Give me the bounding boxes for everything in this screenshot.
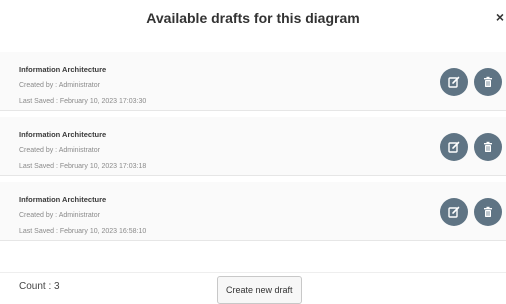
- modal-footer: Count : 3 Create new draft: [0, 272, 506, 304]
- draft-name: Information Architecture: [19, 195, 107, 204]
- delete-draft-button[interactable]: [474, 68, 502, 96]
- draft-name: Information Architecture: [19, 65, 107, 74]
- edit-icon: [448, 206, 460, 218]
- edit-icon: [448, 76, 460, 88]
- draft-created-by: Created by : Administrator: [19, 82, 100, 89]
- edit-draft-button[interactable]: [440, 198, 468, 226]
- draft-last-saved: Last Saved : February 10, 2023 17:03:30: [19, 98, 147, 105]
- modal-title: Available drafts for this diagram: [146, 10, 360, 26]
- drafts-list: Information Architecture Created by : Ad…: [0, 52, 506, 247]
- draft-last-saved: Last Saved : February 10, 2023 16:58:10: [19, 228, 147, 235]
- delete-draft-button[interactable]: [474, 198, 502, 226]
- edit-draft-button[interactable]: [440, 68, 468, 96]
- draft-info: Information Architecture Created by : Ad…: [19, 192, 146, 240]
- draft-row: Information Architecture Created by : Ad…: [0, 117, 506, 176]
- draft-count: Count : 3: [19, 281, 60, 292]
- draft-last-saved: Last Saved : February 10, 2023 17:03:18: [19, 163, 147, 170]
- draft-row: Information Architecture Created by : Ad…: [0, 182, 506, 241]
- modal-header: Available drafts for this diagram ×: [0, 0, 506, 42]
- edit-draft-button[interactable]: [440, 133, 468, 161]
- trash-icon: [484, 141, 492, 152]
- draft-created-by: Created by : Administrator: [19, 212, 100, 219]
- draft-info: Information Architecture Created by : Ad…: [19, 62, 146, 110]
- trash-icon: [484, 206, 492, 217]
- close-button[interactable]: ×: [496, 8, 504, 26]
- trash-icon: [484, 76, 492, 87]
- draft-row: Information Architecture Created by : Ad…: [0, 52, 506, 111]
- draft-name: Information Architecture: [19, 130, 107, 139]
- draft-created-by: Created by : Administrator: [19, 147, 100, 154]
- draft-info: Information Architecture Created by : Ad…: [19, 127, 146, 175]
- edit-icon: [448, 141, 460, 153]
- create-new-draft-button[interactable]: Create new draft: [217, 276, 302, 304]
- delete-draft-button[interactable]: [474, 133, 502, 161]
